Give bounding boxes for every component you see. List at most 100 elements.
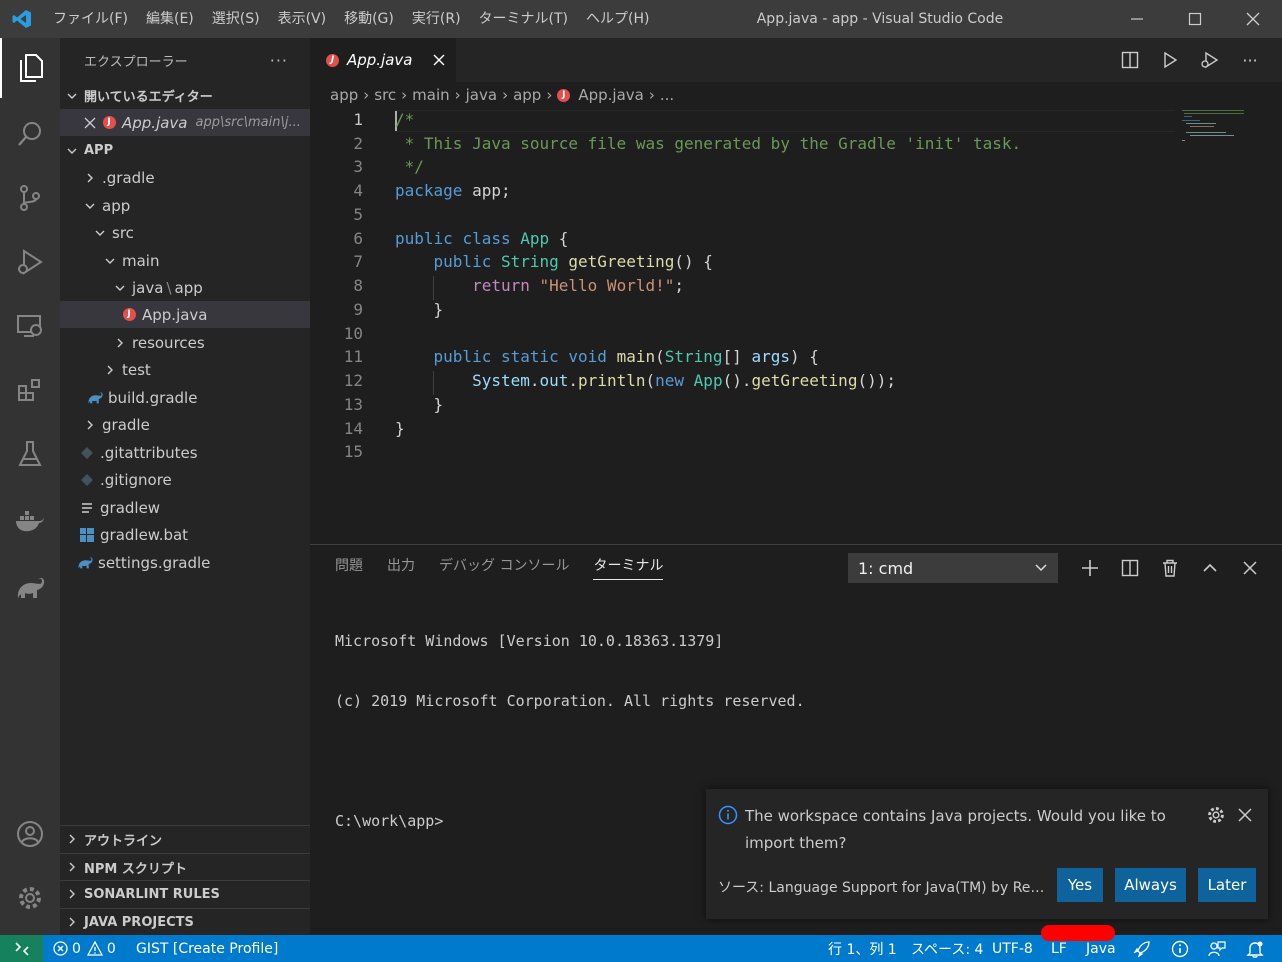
- breadcrumb-item[interactable]: ...: [660, 86, 674, 104]
- maximize-panel-icon[interactable]: [1190, 553, 1230, 583]
- terminal-select[interactable]: 1: cmd: [848, 553, 1058, 583]
- vscode-logo-icon[interactable]: [0, 0, 44, 38]
- minimize-button[interactable]: [1108, 0, 1166, 38]
- problems-status[interactable]: 0 0: [53, 935, 116, 962]
- code-token: App: [693, 371, 723, 390]
- debug-run-icon[interactable]: [1190, 51, 1230, 69]
- search-icon[interactable]: [0, 104, 60, 164]
- code-line: package app;: [395, 181, 511, 200]
- always-button[interactable]: Always: [1115, 868, 1186, 902]
- tree-item-gitattributes[interactable]: .gitattributes: [60, 439, 310, 466]
- accounts-icon[interactable]: [0, 804, 60, 864]
- menu-terminal[interactable]: ターミナル(T): [470, 0, 577, 38]
- close-panel-icon[interactable]: [1230, 553, 1270, 583]
- language-mode[interactable]: Java: [1086, 935, 1116, 962]
- close-window-button[interactable]: [1224, 0, 1282, 38]
- more-actions-icon[interactable]: ···: [270, 51, 288, 70]
- menu-bar: ファイル(F) 編集(E) 選択(S) 表示(V) 移動(G) 実行(R) ター…: [44, 0, 658, 38]
- open-editor-item[interactable]: J App.java app\src\main\j...: [60, 109, 310, 136]
- rocket-icon[interactable]: [1133, 935, 1151, 962]
- warning-icon: [86, 941, 103, 956]
- source-control-icon[interactable]: [0, 168, 60, 228]
- run-debug-icon[interactable]: [0, 232, 60, 292]
- menu-view[interactable]: 表示(V): [269, 0, 336, 38]
- tree-item-test[interactable]: test: [60, 356, 310, 383]
- tree-item-app[interactable]: app: [60, 192, 310, 219]
- tree-item-gradle[interactable]: gradle: [60, 411, 310, 438]
- breadcrumb-item[interactable]: src: [374, 86, 396, 104]
- code-line: public static void main(String[] args) {: [395, 347, 819, 366]
- breadcrumb-item[interactable]: app: [513, 86, 541, 104]
- indentation-status[interactable]: スペース: 4: [911, 935, 983, 962]
- gear-icon[interactable]: [1206, 805, 1226, 829]
- remote-indicator-icon[interactable]: [0, 935, 43, 962]
- tab-terminal[interactable]: ターミナル: [593, 555, 664, 580]
- later-button[interactable]: Later: [1198, 868, 1256, 902]
- cursor-position[interactable]: 行 1、列 1: [828, 935, 897, 962]
- more-actions-icon[interactable]: ···: [1230, 51, 1270, 70]
- testing-icon[interactable]: [0, 424, 60, 484]
- menu-run[interactable]: 実行(R): [403, 0, 470, 38]
- tree-item-gitignore[interactable]: .gitignore: [60, 466, 310, 493]
- breadcrumb-item[interactable]: App.java: [578, 86, 644, 104]
- run-icon[interactable]: [1150, 51, 1190, 69]
- tab-debug-console[interactable]: デバッグ コンソール: [439, 555, 569, 580]
- tree-item-main[interactable]: main: [60, 247, 310, 274]
- settings-gear-icon[interactable]: [0, 868, 60, 928]
- outline-section[interactable]: アウトライン: [60, 825, 310, 852]
- tree-item-src[interactable]: src: [60, 219, 310, 246]
- minimap[interactable]: [1182, 108, 1272, 144]
- tree-item-app-java[interactable]: J App.java: [60, 301, 310, 328]
- yes-button[interactable]: Yes: [1057, 868, 1103, 902]
- open-editor-name: App.java: [122, 113, 188, 132]
- sonarlint-rules-section[interactable]: SONARLINT RULES: [60, 880, 310, 907]
- text-file-icon: [78, 502, 96, 514]
- breadcrumb-item[interactable]: java: [466, 86, 497, 104]
- tree-item-gradlew[interactable]: gradlew: [60, 494, 310, 521]
- breadcrumb-item[interactable]: app: [330, 86, 358, 104]
- split-editor-icon[interactable]: [1110, 51, 1150, 69]
- tree-item-settings-gradle[interactable]: settings.gradle: [60, 549, 310, 576]
- code-editor[interactable]: 1 2 3 4 5 6 7 8 9 10 11 12 13 14 15 /* *…: [310, 108, 1282, 544]
- workspace-section[interactable]: APP: [60, 137, 310, 164]
- split-terminal-icon[interactable]: [1110, 553, 1150, 583]
- tree-item-gradlew-bat[interactable]: gradlew.bat: [60, 521, 310, 548]
- close-tab-icon[interactable]: [433, 54, 445, 66]
- feedback-icon[interactable]: [1208, 935, 1226, 962]
- java-projects-section[interactable]: JAVA PROJECTS: [60, 908, 310, 935]
- extensions-icon[interactable]: [0, 360, 60, 420]
- menu-help[interactable]: ヘルプ(H): [577, 0, 658, 38]
- breadcrumb-item[interactable]: main: [412, 86, 449, 104]
- gradle-icon[interactable]: [0, 558, 60, 618]
- gist-status[interactable]: GIST [Create Profile]: [136, 935, 278, 962]
- menu-edit[interactable]: 編集(E): [137, 0, 203, 38]
- tab-problems[interactable]: 問題: [335, 555, 363, 580]
- menu-go[interactable]: 移動(G): [335, 0, 403, 38]
- menu-file[interactable]: ファイル(F): [44, 0, 137, 38]
- close-icon[interactable]: [84, 117, 100, 129]
- tree-item-java-app[interactable]: java \ app: [60, 274, 310, 301]
- open-editors-section[interactable]: 開いているエディター: [60, 82, 310, 109]
- trash-icon[interactable]: [1150, 553, 1190, 583]
- notifications-bell-icon[interactable]: [1246, 935, 1264, 962]
- tree-item-gradle-dir[interactable]: .gradle: [60, 164, 310, 191]
- git-file-icon: [78, 446, 96, 459]
- maximize-button[interactable]: [1166, 0, 1224, 38]
- encoding-status[interactable]: UTF-8: [992, 935, 1033, 962]
- chevron-down-icon: [92, 227, 108, 239]
- remote-explorer-icon[interactable]: [0, 296, 60, 356]
- tab-app-java[interactable]: J App.java: [310, 38, 456, 82]
- docker-icon[interactable]: [0, 492, 60, 552]
- tree-item-build-gradle[interactable]: build.gradle: [60, 384, 310, 411]
- npm-scripts-section[interactable]: NPM スクリプト: [60, 853, 310, 880]
- open-editor-path: app\src\main\j...: [195, 115, 301, 130]
- menu-selection[interactable]: 選択(S): [203, 0, 269, 38]
- close-icon[interactable]: [1238, 805, 1252, 826]
- tree-item-resources[interactable]: resources: [60, 329, 310, 356]
- new-terminal-icon[interactable]: [1070, 553, 1110, 583]
- explorer-icon[interactable]: [0, 38, 60, 98]
- tab-output[interactable]: 出力: [387, 555, 415, 580]
- info-status-icon[interactable]: [1171, 935, 1189, 962]
